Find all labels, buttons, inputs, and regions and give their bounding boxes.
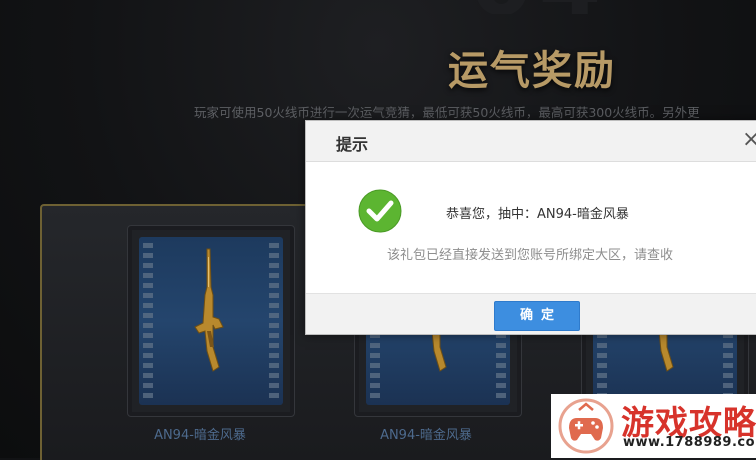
dialog-message: 恭喜您，抽中：AN94-暗金风暴: [446, 207, 629, 222]
check-circle-icon: [358, 189, 402, 233]
film-strip-right: [269, 243, 279, 399]
gamepad-logo-icon: [558, 398, 614, 454]
reward-card-label: AN94-暗金风暴: [380, 428, 472, 443]
confirm-button[interactable]: 确定: [494, 301, 580, 331]
dialog-title: 提示: [336, 135, 369, 154]
watermark-url: www.1788989.com: [623, 435, 756, 450]
golden-rifle-icon: [194, 248, 224, 372]
page-title: 运气奖励: [448, 48, 616, 94]
background-number: 04: [470, 0, 620, 14]
watermark: 游戏攻略 www.1788989.com: [551, 394, 756, 458]
close-icon[interactable]: ×: [742, 127, 756, 152]
dialog-footer: 确定: [306, 293, 756, 334]
reward-card-screen: [139, 237, 283, 405]
prompt-dialog: 提示 × 恭喜您，抽中：AN94-暗金风暴 该礼包已经直接发送到您账号所绑定大区…: [305, 120, 756, 335]
reward-card-label: AN94-暗金风暴: [154, 428, 246, 443]
film-strip-left: [143, 243, 153, 399]
page-description: 玩家可使用50火线币进行一次运气竞猜，最低可获50火线币，最高可获300火线币。…: [194, 105, 700, 120]
reward-card[interactable]: [127, 225, 295, 417]
dialog-header: 提示 ×: [306, 121, 756, 162]
dialog-sub-message: 该礼包已经直接发送到您账号所绑定大区，请查收: [387, 248, 674, 263]
